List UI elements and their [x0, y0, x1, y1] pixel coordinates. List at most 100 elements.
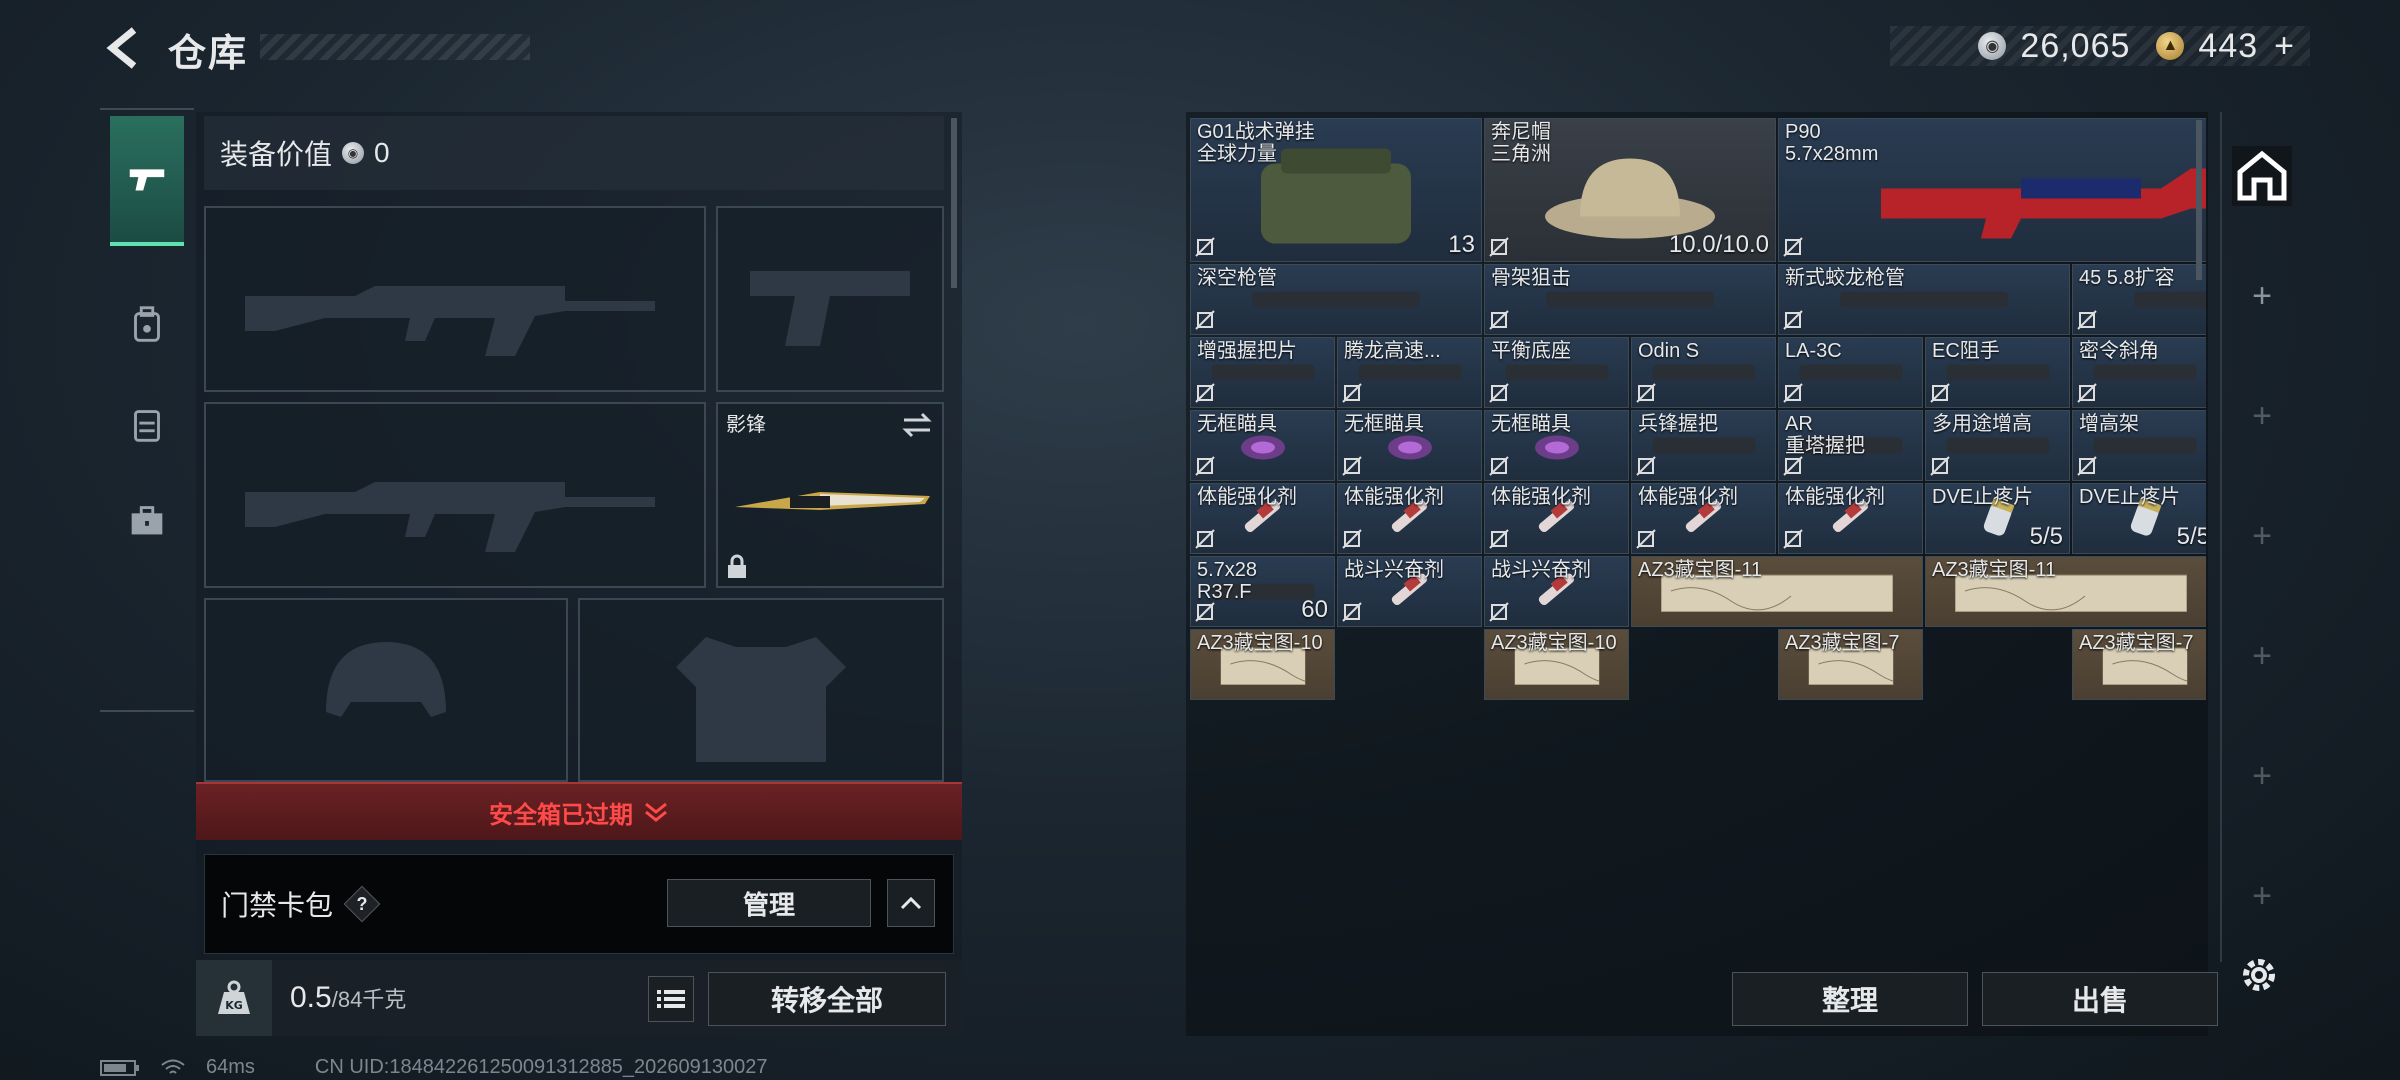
loadout-scrollbar[interactable]: [951, 118, 957, 288]
stash-item[interactable]: 无框瞄具: [1484, 410, 1629, 481]
weight-max: /84千克: [331, 987, 407, 1012]
tab-weapons[interactable]: [110, 116, 184, 246]
stash-item[interactable]: 深空枪管: [1190, 264, 1482, 335]
rifle-silhouette-icon: [245, 482, 655, 553]
secondary-weapon-slot[interactable]: [204, 402, 706, 588]
item-name: 体能强化剂: [1785, 486, 1885, 508]
stash-item[interactable]: 5.7x28 R37.F 60: [1190, 556, 1335, 627]
stash-item[interactable]: 45 5.8扩容: [2072, 264, 2206, 335]
no-insure-icon: [1636, 456, 1656, 476]
sort-button[interactable]: 整理: [1732, 972, 1968, 1026]
stash-item[interactable]: AZ3藏宝图-10: [1190, 629, 1335, 700]
silver-amount: 26,065: [2020, 26, 2131, 65]
collapse-button[interactable]: [887, 879, 935, 927]
equip-value-amount: 0: [374, 137, 390, 168]
stash-item[interactable]: 增高架: [2072, 410, 2206, 481]
stash-item[interactable]: AZ3藏宝图-7: [2072, 629, 2206, 700]
stash-item[interactable]: 体能强化剂: [1631, 483, 1776, 554]
stash-item[interactable]: AZ3藏宝图-10: [1484, 629, 1629, 700]
item-name: 战斗兴奋剂: [1344, 559, 1444, 581]
item-name: AZ3藏宝图-10: [1197, 632, 1323, 654]
stash-item[interactable]: 奔尼帽 三角洲 10.0/10.0: [1484, 118, 1776, 262]
item-name: 无框瞄具: [1197, 413, 1277, 435]
stash-item[interactable]: AZ3藏宝图-11: [1631, 556, 1923, 627]
stash-item[interactable]: EC阻手: [1925, 337, 2070, 408]
stash-item[interactable]: 新式蛟龙枪管: [1778, 264, 2070, 335]
item-count: 13: [1448, 231, 1475, 258]
no-insure-icon: [1489, 310, 1509, 330]
stash-item[interactable]: Odin S: [1631, 337, 1776, 408]
stash-item[interactable]: 骨架狙击: [1484, 264, 1776, 335]
item-name: 骨架狙击: [1491, 267, 1571, 289]
gear-icon[interactable]: [2236, 952, 2282, 998]
stash-item[interactable]: 战斗兴奋剂: [1337, 556, 1482, 627]
stash-item[interactable]: AZ3藏宝图-7: [1778, 629, 1923, 700]
stash-item[interactable]: 体能强化剂: [1778, 483, 1923, 554]
safebox-expired-banner[interactable]: 安全箱已过期: [196, 782, 962, 840]
armor-slot[interactable]: [578, 598, 944, 782]
plus-icon: +: [2252, 876, 2272, 915]
stash-item[interactable]: DVE止疼片 5/5: [1925, 483, 2070, 554]
add-page-tab-5[interactable]: +: [2232, 746, 2292, 806]
sell-button[interactable]: 出售: [1982, 972, 2218, 1026]
stash-item[interactable]: 无框瞄具: [1190, 410, 1335, 481]
stash-item[interactable]: DVE止疼片 5/5: [2072, 483, 2206, 554]
ping-value: 64ms: [206, 1056, 255, 1078]
add-page-tab-4[interactable]: +: [2232, 626, 2292, 686]
briefcase-icon: [131, 506, 163, 535]
rifle-silhouette-icon: [245, 286, 655, 357]
item-name: Odin S: [1638, 340, 1700, 362]
stash-item[interactable]: 腾龙高速...: [1337, 337, 1482, 408]
list-view-button[interactable]: [648, 976, 694, 1022]
stash-item[interactable]: 体能强化剂: [1484, 483, 1629, 554]
add-page-tab-2[interactable]: +: [2232, 386, 2292, 446]
item-name: AZ3藏宝图-7: [2079, 632, 2194, 654]
item-name: 增强握把片: [1197, 340, 1297, 362]
item-name: DVE止疼片: [1932, 486, 2034, 508]
melee-slot[interactable]: 影锋: [716, 402, 944, 588]
transfer-all-button[interactable]: 转移全部: [708, 972, 946, 1026]
item-name: EC阻手: [1932, 340, 2000, 362]
stash-item[interactable]: 增强握把片: [1190, 337, 1335, 408]
stash-item[interactable]: AR 重塔握把: [1778, 410, 1923, 481]
helmet-slot[interactable]: [204, 598, 568, 782]
stash-item[interactable]: 无框瞄具: [1337, 410, 1482, 481]
no-insure-icon: [1195, 529, 1215, 549]
back-arrow-icon[interactable]: [100, 24, 148, 72]
add-page-tab-1[interactable]: +: [2232, 266, 2292, 326]
stash-item[interactable]: 体能强化剂: [1190, 483, 1335, 554]
plus-icon: +: [2252, 276, 2272, 315]
equipment-value: 装备价值 ◉ 0: [204, 116, 944, 190]
primary-weapon-slot[interactable]: [204, 206, 706, 392]
stash-item[interactable]: 体能强化剂: [1337, 483, 1482, 554]
add-currency-button[interactable]: +: [2274, 27, 2294, 66]
item-name: 腾龙高速...: [1344, 340, 1441, 362]
help-icon[interactable]: ?: [343, 885, 381, 923]
item-count: 5/5: [2176, 523, 2206, 550]
stash-item[interactable]: 多用途增高: [1925, 410, 2070, 481]
stash-item[interactable]: LA-3C: [1778, 337, 1923, 408]
swap-icon[interactable]: [902, 412, 932, 438]
stash-item[interactable]: P90 5.7x28mm50/50: [1778, 118, 2206, 262]
stash-item[interactable]: 战斗兴奋剂: [1484, 556, 1629, 627]
safebox-text: 安全箱已过期: [489, 801, 633, 829]
stash-item[interactable]: G01战术弹挂 全球力量 13: [1190, 118, 1482, 262]
stash-item[interactable]: AZ3藏宝图-11: [1925, 556, 2206, 627]
stash-item[interactable]: 密令斜角: [2072, 337, 2206, 408]
item-name: 体能强化剂: [1197, 486, 1297, 508]
cardpack-label: 门禁卡包: [221, 890, 334, 921]
tab-toolbox[interactable]: [110, 456, 184, 586]
add-page-tab-3[interactable]: +: [2232, 506, 2292, 566]
silver-coin-icon: ◉: [342, 142, 365, 164]
manage-button[interactable]: 管理: [667, 879, 871, 927]
no-insure-icon: [1783, 529, 1803, 549]
sidearm-slot[interactable]: [716, 206, 944, 392]
stash-item[interactable]: 平衡底座: [1484, 337, 1629, 408]
stash-home-tab[interactable]: [2232, 146, 2292, 206]
no-insure-icon: [1489, 456, 1509, 476]
stash-item[interactable]: 兵锋握把: [1631, 410, 1776, 481]
melee-name: 影锋: [726, 414, 766, 436]
currency-bar: ◉ 26,065 ▲ 443 +: [1890, 26, 2310, 66]
weight-bar: KG 0.5/84千克 转移全部: [196, 960, 962, 1036]
add-page-tab-6[interactable]: +: [2232, 866, 2292, 926]
